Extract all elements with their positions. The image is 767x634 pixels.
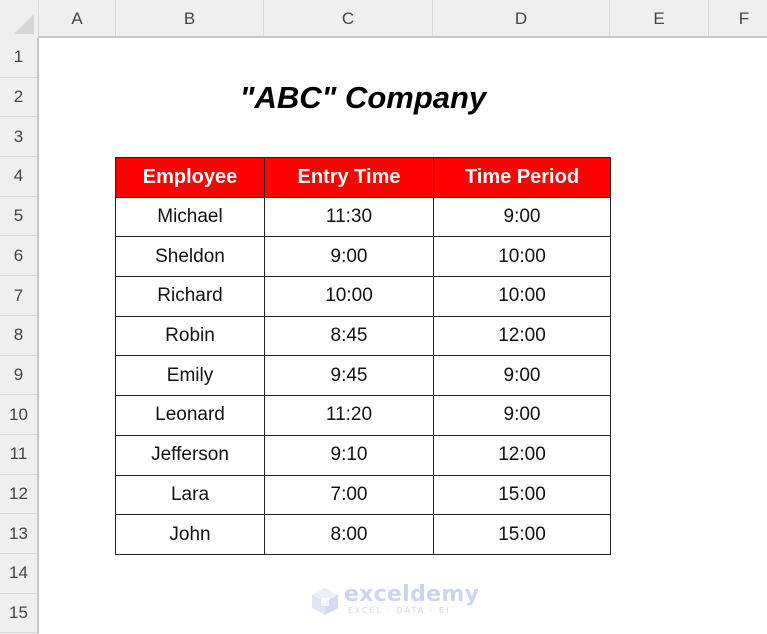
table-row: Leonard 11:20 9:00 bbox=[115, 395, 611, 436]
employee-cell[interactable]: John bbox=[115, 514, 265, 555]
employee-cell[interactable]: Lara bbox=[115, 474, 265, 516]
column-header-b[interactable]: B bbox=[116, 0, 264, 36]
time-period-cell[interactable]: 9:00 bbox=[433, 196, 611, 238]
entry-time-cell[interactable]: 11:30 bbox=[264, 196, 434, 238]
employee-cell[interactable]: Richard bbox=[115, 276, 265, 317]
column-header-c[interactable]: C bbox=[264, 0, 433, 36]
exceldemy-watermark: exceldemy EXCEL · DATA · BI bbox=[310, 582, 479, 620]
entry-time-cell[interactable]: 9:10 bbox=[264, 434, 434, 476]
employee-cell[interactable]: Sheldon bbox=[115, 236, 265, 278]
table-row: Robin 8:45 12:00 bbox=[115, 315, 611, 357]
employee-table: Employee Entry Time Time Period Michael 1… bbox=[115, 157, 611, 555]
table-row: Richard 10:00 10:00 bbox=[115, 276, 611, 317]
table-row: Michael 11:30 9:00 bbox=[115, 196, 611, 238]
row-header-10[interactable]: 10 bbox=[0, 395, 37, 435]
entry-time-cell[interactable]: 8:45 bbox=[264, 315, 434, 357]
column-header-d[interactable]: D bbox=[433, 0, 610, 36]
spreadsheet: A B C D E F 1 2 3 4 5 6 7 8 9 10 11 12 13 14 15 "ABC" … bbox=[0, 0, 767, 634]
row-header-8[interactable]: 8 bbox=[0, 316, 37, 356]
row-header-7[interactable]: 7 bbox=[0, 276, 37, 316]
time-period-cell[interactable]: 12:00 bbox=[433, 315, 611, 357]
row-header-14[interactable]: 14 bbox=[0, 554, 37, 594]
time-period-cell[interactable]: 9:00 bbox=[433, 355, 611, 397]
row-header-15[interactable]: 15 bbox=[0, 594, 37, 634]
header-entry-time[interactable]: Entry Time bbox=[264, 157, 434, 198]
row-header-1[interactable]: 1 bbox=[0, 38, 37, 78]
row-header-12[interactable]: 12 bbox=[0, 475, 37, 515]
row-header-5[interactable]: 5 bbox=[0, 197, 37, 237]
entry-time-cell[interactable]: 9:00 bbox=[264, 236, 434, 278]
row-header-13[interactable]: 13 bbox=[0, 514, 37, 555]
table-row: Jefferson 9:10 12:00 bbox=[115, 434, 611, 476]
row-header-6[interactable]: 6 bbox=[0, 237, 37, 277]
employee-cell[interactable]: Robin bbox=[115, 315, 265, 357]
employee-cell[interactable]: Jefferson bbox=[115, 434, 265, 476]
row-header-9[interactable]: 9 bbox=[0, 356, 37, 396]
time-period-cell[interactable]: 10:00 bbox=[433, 236, 611, 278]
header-employee[interactable]: Employee bbox=[115, 157, 265, 198]
employee-cell[interactable]: Leonard bbox=[115, 395, 265, 436]
select-all-triangle-icon bbox=[14, 14, 34, 34]
time-period-cell[interactable]: 9:00 bbox=[433, 395, 611, 436]
watermark-name: exceldemy bbox=[344, 582, 480, 607]
time-period-cell[interactable]: 10:00 bbox=[433, 276, 611, 317]
row-header-2[interactable]: 2 bbox=[0, 78, 37, 118]
employee-cell[interactable]: Michael bbox=[115, 196, 265, 238]
column-header-a[interactable]: A bbox=[39, 0, 116, 36]
entry-time-cell[interactable]: 9:45 bbox=[264, 355, 434, 397]
row-header-4[interactable]: 4 bbox=[0, 157, 37, 197]
column-header-e[interactable]: E bbox=[610, 0, 709, 36]
entry-time-cell[interactable]: 8:00 bbox=[264, 514, 434, 555]
entry-time-cell[interactable]: 10:00 bbox=[264, 276, 434, 317]
row-header-3[interactable]: 3 bbox=[0, 117, 37, 158]
sheet-title: "ABC" Company bbox=[239, 80, 487, 115]
time-period-cell[interactable]: 12:00 bbox=[433, 434, 611, 476]
header-time-period[interactable]: Time Period bbox=[433, 157, 611, 198]
time-period-cell[interactable]: 15:00 bbox=[433, 514, 611, 555]
column-header-f[interactable]: F bbox=[709, 0, 767, 36]
watermark-tagline: EXCEL · DATA · BI bbox=[348, 606, 451, 615]
select-all-button[interactable] bbox=[0, 0, 39, 38]
table-row: Sheldon 9:00 10:00 bbox=[115, 236, 611, 278]
exceldemy-logo-icon bbox=[312, 588, 338, 615]
employee-cell[interactable]: Emily bbox=[115, 355, 265, 397]
entry-time-cell[interactable]: 7:00 bbox=[264, 474, 434, 516]
time-period-cell[interactable]: 15:00 bbox=[433, 474, 611, 516]
table-row: Lara 7:00 15:00 bbox=[115, 474, 611, 516]
entry-time-cell[interactable]: 11:20 bbox=[264, 395, 434, 436]
table-row: Emily 9:45 9:00 bbox=[115, 355, 611, 397]
table-header-row: Employee Entry Time Time Period bbox=[115, 157, 611, 198]
row-header-11[interactable]: 11 bbox=[0, 435, 37, 475]
table-row: John 8:00 15:00 bbox=[115, 514, 611, 555]
